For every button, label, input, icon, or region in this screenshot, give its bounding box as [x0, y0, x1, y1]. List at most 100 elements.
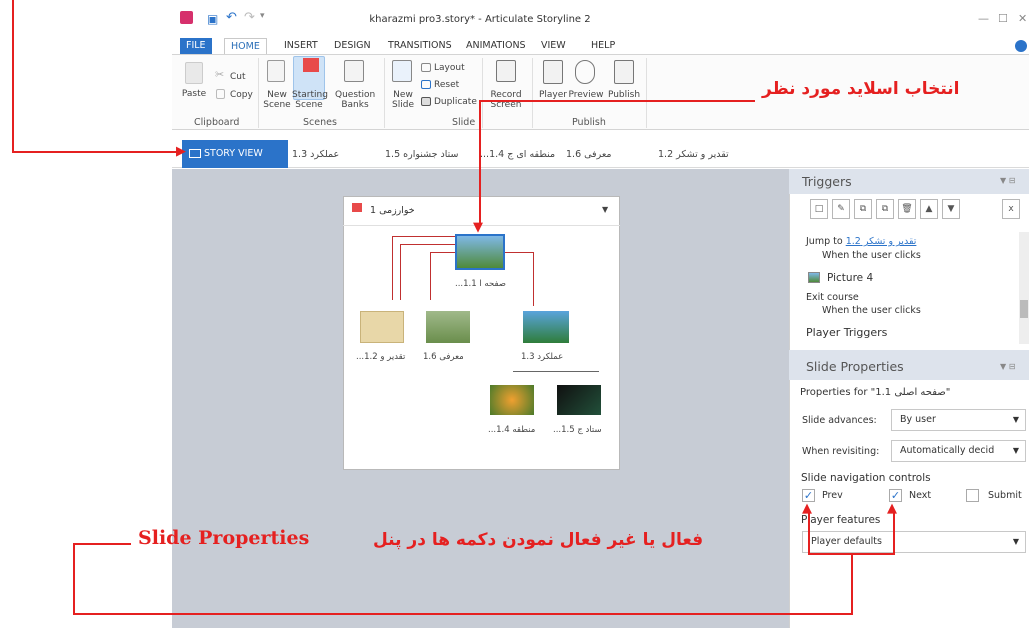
slide-properties-title: Slide Properties	[806, 359, 904, 374]
close-icon[interactable]: ✕	[1018, 12, 1027, 25]
slide-thumb-1-2[interactable]	[360, 311, 404, 343]
connector	[505, 252, 533, 253]
trigger-action[interactable]: Jump to تقدیر و تشکر 1.2	[806, 236, 916, 247]
tab-slide-1-6[interactable]: معرفی 1.6	[566, 149, 612, 160]
tab-view[interactable]: VIEW	[535, 38, 572, 54]
copy-trigger-icon[interactable]: ⧉	[854, 199, 872, 219]
connector	[400, 244, 455, 245]
annotation-line	[73, 543, 75, 615]
layout-button[interactable]: Layout	[434, 63, 465, 73]
nav-controls-heading: Slide navigation controls	[801, 472, 931, 484]
slide-label-1-2: ...تقدیر و 1.2	[356, 352, 406, 362]
divider	[482, 58, 483, 128]
variables-icon[interactable]: x	[1002, 199, 1020, 219]
connector	[400, 244, 401, 300]
save-icon[interactable]: ▣	[207, 12, 218, 26]
annotation-line	[73, 543, 131, 545]
slide-advances-select[interactable]: By user ▼	[891, 409, 1026, 431]
player-features-select[interactable]: Player defaults ▼	[802, 531, 1026, 553]
annotation-line	[808, 553, 894, 555]
new-scene-button[interactable]: New Scene	[262, 90, 292, 110]
delete-trigger-icon[interactable]: 🗑	[898, 199, 916, 219]
layout-icon	[421, 63, 431, 72]
when-revisiting-select[interactable]: Automatically decid ▼	[891, 440, 1026, 462]
question-banks-button[interactable]: Question Banks	[335, 90, 375, 110]
clipboard-group-label: Clipboard	[194, 117, 240, 128]
help-icon[interactable]	[1015, 40, 1027, 52]
annotation-line	[479, 100, 481, 224]
annotation-arrow-icon: ▲	[802, 501, 812, 516]
tab-file[interactable]: FILE	[180, 38, 212, 54]
tab-transitions[interactable]: TRANSITIONS	[382, 38, 458, 54]
new-scene-icon	[267, 60, 285, 82]
flag-icon	[303, 58, 319, 72]
tab-slide-1-4[interactable]: ...منطقه ای ج 1.4	[480, 149, 555, 160]
preview-button[interactable]: Preview	[568, 90, 604, 100]
redo-icon[interactable]: ↷	[244, 10, 255, 25]
annotation-line	[893, 511, 895, 555]
publish-icon	[614, 60, 634, 84]
new-slide-button[interactable]: New Slide	[390, 90, 416, 110]
divider	[258, 58, 259, 128]
slide-group-label: Slide	[452, 117, 476, 128]
starting-scene-button[interactable]: Starting Scene	[292, 90, 328, 110]
player-features-value: Player defaults	[811, 536, 882, 547]
slide-label-1-1: ...صفحه ا 1.1	[455, 279, 506, 289]
new-slide-icon	[392, 60, 412, 82]
quick-access-dropdown-icon[interactable]: ▾	[260, 11, 265, 21]
scrollbar-thumb[interactable]	[1020, 300, 1028, 318]
trigger-object[interactable]: Picture 4	[827, 272, 873, 284]
slide-thumb-1-1[interactable]	[455, 234, 505, 270]
divider	[532, 58, 533, 128]
scenes-group-label: Scenes	[303, 117, 337, 128]
minimize-icon[interactable]: —	[978, 12, 989, 25]
panel-collapse-icon[interactable]: ▼ ⊟	[1000, 362, 1015, 371]
chevron-down-icon: ▼	[1012, 415, 1019, 424]
trigger-action[interactable]: Exit course	[806, 292, 859, 303]
undo-icon[interactable]: ↶	[226, 10, 237, 25]
tab-help[interactable]: HELP	[585, 38, 621, 54]
copy-button[interactable]: Copy	[230, 90, 253, 100]
cut-button[interactable]: Cut	[230, 72, 246, 82]
connector	[392, 236, 455, 237]
scrollbar[interactable]	[1019, 232, 1029, 344]
tab-home[interactable]: HOME	[224, 38, 267, 54]
publish-group-label: Publish	[572, 117, 606, 128]
story-view-label: STORY VIEW	[204, 148, 263, 159]
app-logo-icon	[180, 11, 193, 24]
tab-animations[interactable]: ANIMATIONS	[460, 38, 532, 54]
reset-button[interactable]: Reset	[434, 80, 459, 90]
maximize-icon[interactable]: ☐	[998, 12, 1008, 25]
paste-trigger-icon[interactable]: ⧉	[876, 199, 894, 219]
publish-button[interactable]: Publish	[606, 90, 642, 100]
tab-slide-1-2[interactable]: تقدیر و تشکر 1.2	[658, 149, 729, 160]
panel-collapse-icon[interactable]: ▼ ⊟	[1000, 176, 1015, 185]
duplicate-button[interactable]: Duplicate	[434, 97, 477, 107]
slide-thumb-1-3[interactable]	[523, 311, 569, 343]
tab-insert[interactable]: INSERT	[278, 38, 324, 54]
slide-label-1-4: ...منطقه 1.4	[488, 425, 536, 435]
preview-icon	[575, 60, 595, 84]
slide-thumb-1-4[interactable]	[490, 385, 534, 415]
slide-thumb-1-5[interactable]	[557, 385, 601, 415]
tab-design[interactable]: DESIGN	[328, 38, 377, 54]
tab-slide-1-5[interactable]: ستاد جشنواره 1.5	[385, 149, 458, 160]
slide-advances-label: Slide advances:	[802, 415, 877, 426]
trigger-condition: When the user clicks	[822, 250, 921, 261]
move-down-icon[interactable]: ▼	[942, 199, 960, 219]
paste-button[interactable]: Paste	[178, 89, 210, 99]
chevron-down-icon[interactable]: ▼	[602, 205, 608, 214]
connector	[513, 371, 599, 372]
tab-slide-1-3[interactable]: عملکرد 1.3	[292, 149, 339, 160]
trigger-jump-link[interactable]: تقدیر و تشکر 1.2	[846, 236, 917, 247]
move-up-icon[interactable]: ▲	[920, 199, 938, 219]
edit-trigger-icon[interactable]: ✎	[832, 199, 850, 219]
annotation-line	[851, 553, 853, 615]
slide-thumb-1-6[interactable]	[426, 311, 470, 343]
submit-checkbox[interactable]	[966, 489, 979, 502]
annotation-arrow-icon: ▼	[473, 220, 483, 235]
annotation-panel-name: Slide Properties	[138, 527, 310, 549]
player-button[interactable]: Player	[538, 90, 568, 100]
new-trigger-icon[interactable]: □	[810, 199, 828, 219]
triggers-title: Triggers	[802, 174, 852, 189]
